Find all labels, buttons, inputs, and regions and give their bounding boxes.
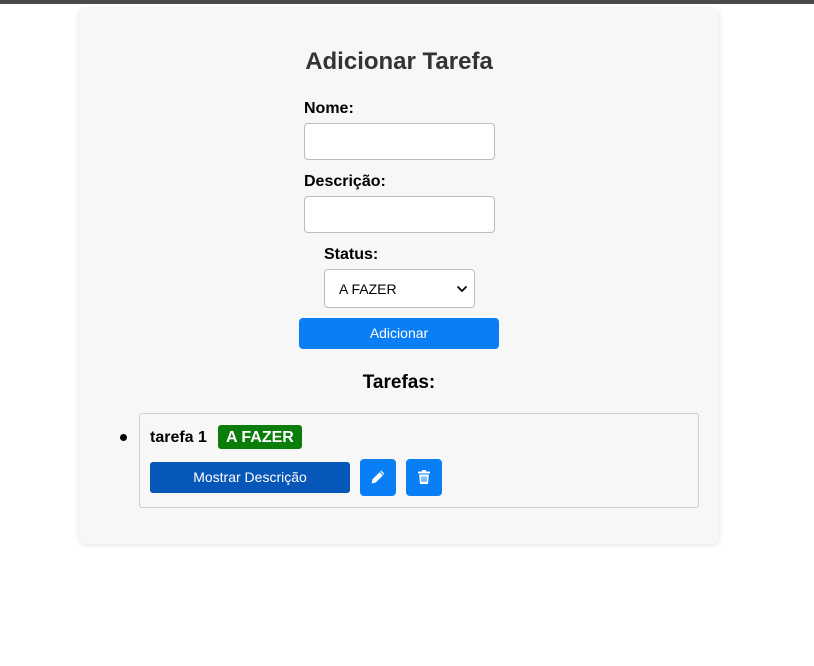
description-input[interactable] <box>304 196 495 233</box>
chevron-down-icon <box>457 286 467 292</box>
task-item: tarefa 1 A FAZER Mostrar Descrição <box>139 413 699 508</box>
name-input[interactable] <box>304 123 495 160</box>
show-description-button[interactable]: Mostrar Descrição <box>150 462 350 493</box>
description-label: Descrição: <box>304 173 386 190</box>
status-select[interactable]: A FAZER <box>324 269 475 308</box>
browser-top-bar <box>0 0 814 4</box>
status-label: Status: <box>324 246 379 263</box>
status-select-value: A FAZER <box>339 281 397 297</box>
name-label: Nome: <box>304 100 354 117</box>
tasks-heading: Tarefas: <box>362 372 436 393</box>
add-task-button[interactable]: Adicionar <box>299 318 499 349</box>
pencil-icon <box>371 470 385 484</box>
delete-task-button[interactable] <box>406 459 442 496</box>
task-manager-card: Adicionar Tarefa Nome: Descrição: Status… <box>79 8 719 544</box>
task-name: tarefa 1 <box>150 429 207 446</box>
edit-task-button[interactable] <box>360 459 396 496</box>
trash-icon <box>418 470 430 484</box>
list-bullet <box>120 434 127 441</box>
status-badge: A FAZER <box>218 425 302 449</box>
page-title: Adicionar Tarefa <box>305 48 493 75</box>
